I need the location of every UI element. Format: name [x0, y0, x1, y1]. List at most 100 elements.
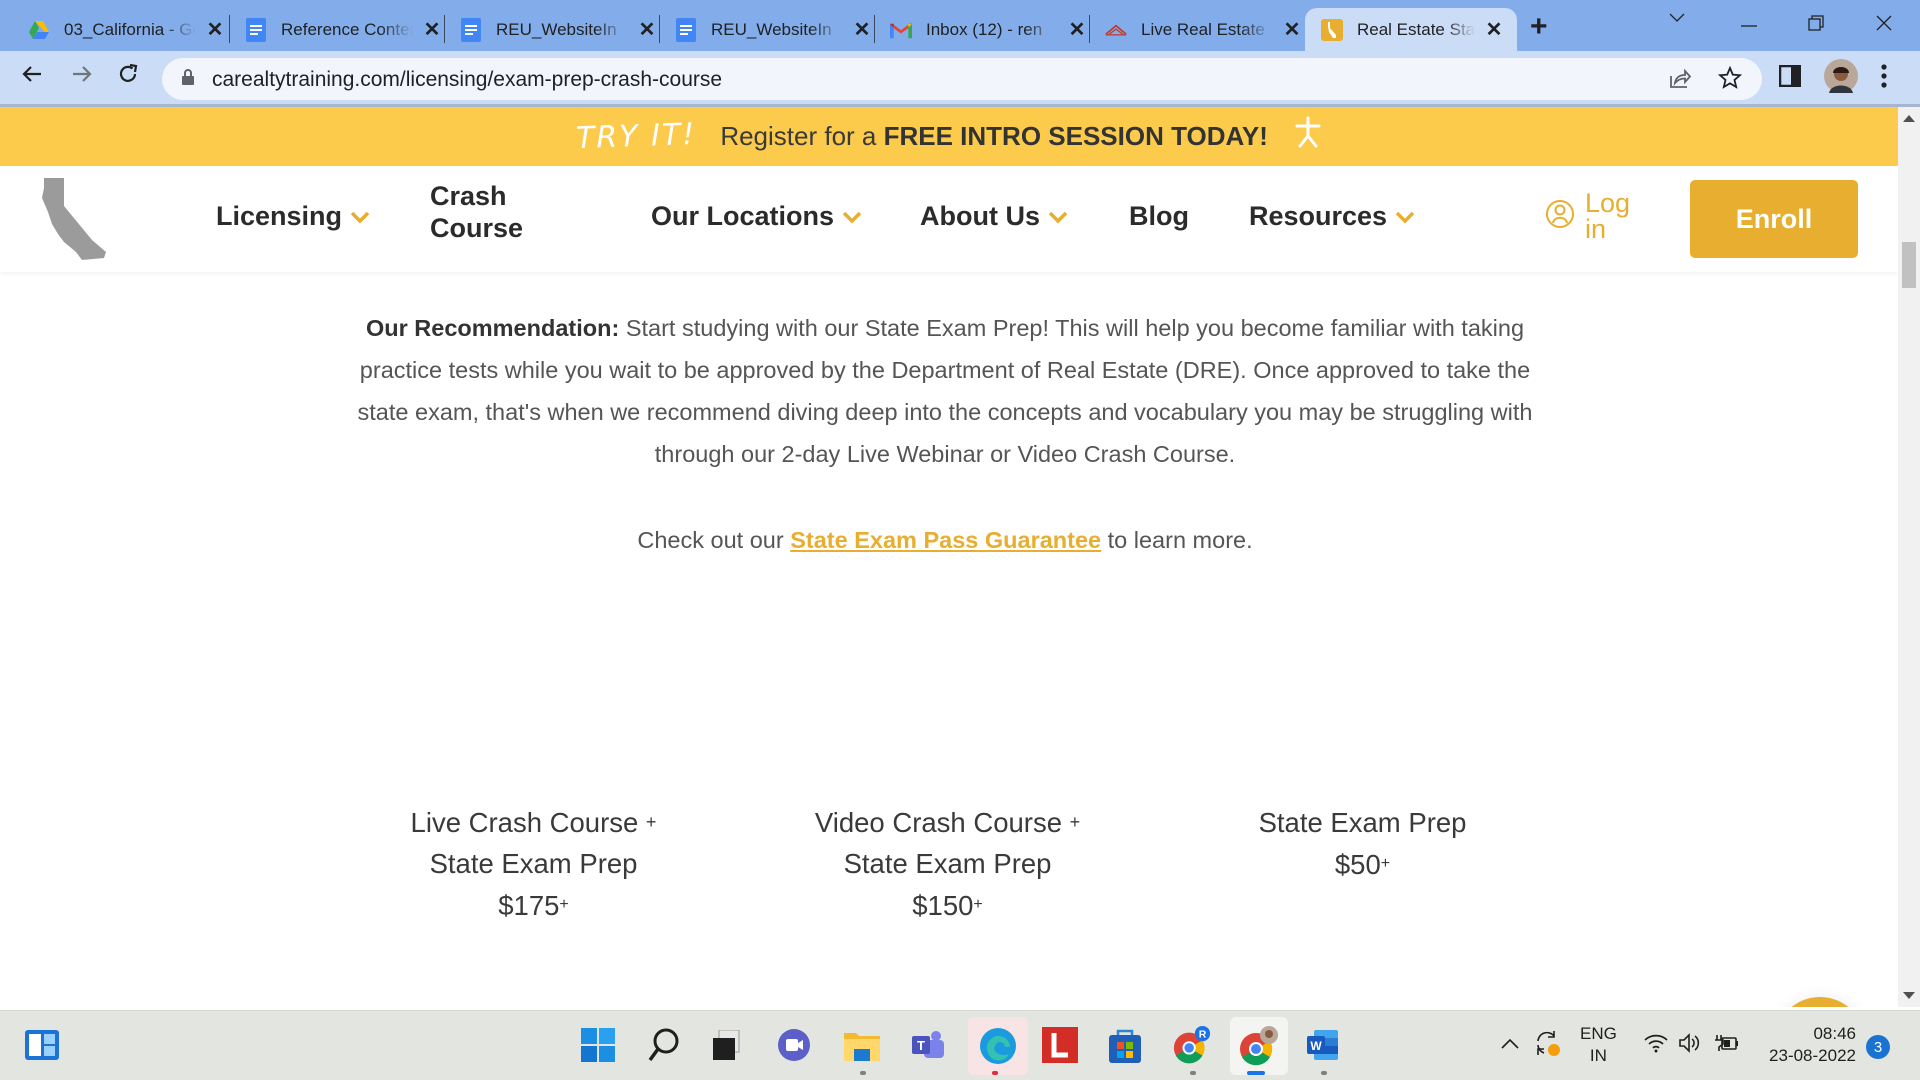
package-title-line1: Live Crash Course +: [362, 802, 705, 843]
close-icon[interactable]: ✕: [1281, 17, 1303, 42]
user-icon: [1545, 199, 1575, 234]
page-scrollbar[interactable]: [1898, 107, 1920, 1007]
svg-text:T: T: [917, 1038, 925, 1053]
browser-tab[interactable]: Reference Content ✕: [217, 8, 443, 51]
promo-text[interactable]: Register for a FREE INTRO SESSION TODAY!: [720, 121, 1268, 152]
notification-badge[interactable]: 3: [1866, 1035, 1890, 1059]
california-logo[interactable]: [38, 176, 114, 260]
tab-title: Inbox (12) - ren: [926, 19, 1043, 39]
package-price: $150+: [776, 884, 1119, 926]
address-bar[interactable]: carealtytraining.com/licensing/exam-prep…: [162, 58, 1762, 100]
chevron-down-icon: [842, 204, 862, 230]
lock-icon[interactable]: [182, 69, 194, 85]
nav-item-blog[interactable]: Blog: [1129, 201, 1189, 232]
language-indicator[interactable]: ENG IN: [1580, 1023, 1617, 1067]
reload-button[interactable]: [116, 61, 140, 93]
pass-guarantee-link[interactable]: State Exam Pass Guarantee: [790, 527, 1101, 553]
package-title: State Exam Prep: [1258, 807, 1467, 838]
browser-tab-active[interactable]: Real Estate State ✕: [1305, 8, 1517, 51]
real-estate-site-icon: [1105, 19, 1127, 41]
clock-date: 23-08-2022: [1769, 1046, 1856, 1065]
minimize-window-button[interactable]: [1740, 12, 1758, 35]
try-it-label: TRY IT!: [575, 116, 697, 157]
forward-button[interactable]: [70, 61, 94, 93]
nav-item-crash-course[interactable]: Crash Course: [430, 180, 523, 244]
browser-tab[interactable]: 03_California - Google Drive ✕: [0, 8, 226, 51]
chrome-profile-r-icon[interactable]: R: [1172, 1025, 1212, 1065]
teams-chat-icon[interactable]: [774, 1025, 814, 1065]
package-price: $50+: [1191, 843, 1534, 885]
browser-tab[interactable]: Live Real Estate ✕: [1077, 8, 1303, 51]
scroll-up-arrow[interactable]: [1903, 115, 1915, 122]
edge-browser-icon[interactable]: [968, 1017, 1028, 1075]
task-view-icon[interactable]: [706, 1025, 746, 1065]
close-icon[interactable]: ✕: [1483, 17, 1505, 42]
file-explorer-icon[interactable]: [842, 1025, 882, 1065]
volume-icon[interactable]: [1678, 1032, 1702, 1059]
url-text[interactable]: carealtytraining.com/licensing/exam-prep…: [212, 68, 722, 92]
enroll-button[interactable]: Enroll: [1690, 180, 1858, 258]
running-indicator: [1190, 1071, 1196, 1075]
back-button[interactable]: [20, 61, 44, 93]
google-docs-icon: [460, 17, 482, 42]
search-icon[interactable]: [644, 1025, 684, 1065]
chat-launcher-button[interactable]: [1775, 997, 1865, 1007]
share-icon[interactable]: [1668, 66, 1692, 95]
nav-item-our-locations[interactable]: Our Locations: [651, 201, 862, 232]
package-card-state-exam[interactable]: State Exam Prep $50+: [1191, 802, 1534, 885]
google-docs-icon: [245, 17, 267, 42]
bookmark-star-icon[interactable]: [1717, 65, 1743, 95]
sparkle-star-icon: [1294, 116, 1322, 157]
package-title: Video Crash Course: [814, 807, 1062, 838]
running-indicator: [992, 1071, 998, 1075]
lastpass-icon[interactable]: [1040, 1025, 1080, 1065]
chrome-active-profile-icon[interactable]: [1230, 1017, 1288, 1075]
close-window-button[interactable]: [1876, 14, 1892, 37]
nav-item-label: About Us: [920, 201, 1040, 231]
login-link[interactable]: Log in: [1545, 190, 1645, 243]
browser-tab[interactable]: Inbox (12) - ren ✕: [862, 8, 1088, 51]
widgets-icon[interactable]: [22, 1025, 62, 1065]
nav-item-about-us[interactable]: About Us: [920, 201, 1068, 232]
tab-title: Reference Content: [281, 19, 413, 39]
browser-tab[interactable]: REU_WebsiteIn ✕: [432, 8, 658, 51]
browser-tab[interactable]: REU_WebsiteIn ✕: [647, 8, 873, 51]
nav-item-licensing[interactable]: Licensing: [216, 201, 370, 232]
recommendation-paragraph: Our Recommendation: Start studying with …: [355, 307, 1535, 475]
nav-item-resources[interactable]: Resources: [1249, 201, 1415, 232]
package-title-line2: State Exam Prep: [843, 848, 1052, 879]
tab-search-chevron-icon[interactable]: [1668, 6, 1686, 29]
chevron-down-icon: [350, 204, 370, 230]
package-title-line1: State Exam Prep: [1191, 802, 1534, 843]
package-card-video[interactable]: Video Crash Course + State Exam Prep $15…: [776, 802, 1119, 926]
browser-menu-icon[interactable]: [1880, 63, 1888, 94]
price-value: $175: [498, 890, 560, 921]
clock-time: 08:46: [1813, 1024, 1856, 1043]
google-docs-icon: [675, 17, 697, 42]
microsoft-teams-icon[interactable]: T: [908, 1025, 948, 1065]
show-hidden-icons-chevron[interactable]: [1500, 1035, 1520, 1055]
new-tab-button[interactable]: +: [1530, 10, 1548, 44]
sync-status-icon[interactable]: [1534, 1029, 1562, 1062]
side-panel-icon[interactable]: [1778, 64, 1802, 92]
scroll-down-arrow[interactable]: [1903, 992, 1915, 999]
microsoft-word-icon[interactable]: W: [1303, 1025, 1343, 1065]
nav-item-label: Our Locations: [651, 201, 835, 231]
wifi-icon[interactable]: [1644, 1033, 1668, 1058]
clock[interactable]: 08:46 23-08-2022: [1760, 1023, 1856, 1067]
package-title-line1: Video Crash Course +: [776, 802, 1119, 843]
start-button-icon[interactable]: [578, 1025, 618, 1065]
package-price: $175+: [362, 884, 705, 926]
gmail-icon: [890, 19, 912, 41]
plus-sign: +: [645, 812, 657, 832]
scroll-thumb[interactable]: [1902, 242, 1916, 288]
microsoft-store-icon[interactable]: [1105, 1025, 1145, 1065]
active-indicator: [1247, 1071, 1265, 1075]
profile-avatar[interactable]: [1824, 59, 1858, 98]
restore-window-button[interactable]: [1808, 14, 1824, 37]
browser-toolbar: carealtytraining.com/licensing/exam-prep…: [0, 51, 1920, 107]
promo-banner[interactable]: TRY IT! Register for a FREE INTRO SESSIO…: [0, 107, 1898, 166]
package-card-live[interactable]: Live Crash Course + State Exam Prep $175…: [362, 802, 705, 926]
recommendation-label: Our Recommendation:: [365, 315, 620, 341]
battery-charging-icon[interactable]: [1714, 1033, 1740, 1058]
